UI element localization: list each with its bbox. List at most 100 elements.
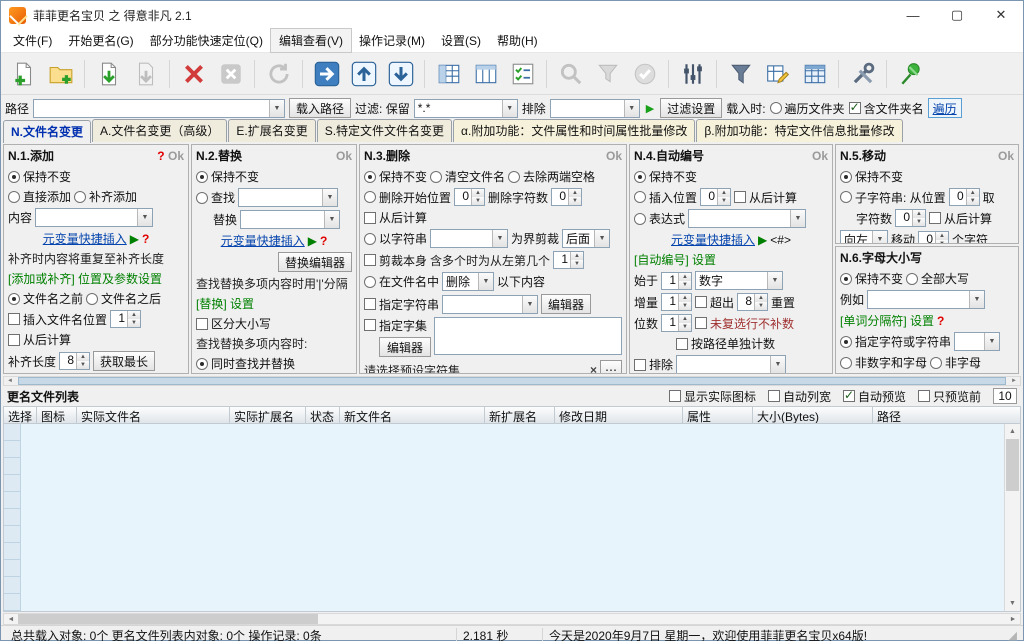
include-folder-name-option[interactable]: 含文件夹名 xyxy=(849,100,924,117)
expression-option[interactable]: 表达式 ▼ xyxy=(634,209,828,228)
pad-len-spinner[interactable]: 8▲▼ xyxy=(59,352,90,370)
chevron-down-icon[interactable]: ▼ xyxy=(624,100,639,117)
spin-up-icon[interactable]: ▲ xyxy=(679,273,691,281)
spin-down-icon[interactable]: ▼ xyxy=(571,260,583,268)
delete-icon[interactable] xyxy=(175,56,212,92)
clear-charset-icon[interactable]: × xyxy=(590,363,597,374)
maximize-icon[interactable]: ▢ xyxy=(935,1,979,29)
help-button[interactable]: ? xyxy=(320,234,327,248)
expand-arrow-icon[interactable]: ▶ xyxy=(130,232,139,246)
example-input[interactable]: ▼ xyxy=(867,290,985,309)
del-range-option[interactable]: 删除开始位置 0▲▼ 删除字符数 0▲▼ xyxy=(364,188,622,206)
tools-icon[interactable] xyxy=(844,56,881,92)
spin-up-icon[interactable]: ▲ xyxy=(569,189,581,197)
add-keep-option[interactable]: 保持不变 xyxy=(8,168,184,185)
table-horizontal-scrollbar[interactable]: ◄ ► xyxy=(3,613,1021,625)
del-count-spinner[interactable]: 0▲▼ xyxy=(551,188,582,206)
simultaneous-option[interactable]: 同时查找并替换 xyxy=(196,355,352,372)
tab-filename-change[interactable]: N.文件名变更 xyxy=(3,120,91,143)
spin-up-icon[interactable]: ▲ xyxy=(718,189,730,197)
spin-down-icon[interactable]: ▼ xyxy=(936,240,948,245)
menu-help[interactable]: 帮助(H) xyxy=(489,29,546,52)
scroll-left-icon[interactable]: ◄ xyxy=(4,616,18,623)
digits-spinner[interactable]: 1▲▼ xyxy=(661,314,692,332)
vertical-scrollbar[interactable]: ▲ ▼ xyxy=(1004,424,1020,611)
resize-grip[interactable]: ◢ xyxy=(1009,629,1019,641)
autonum-insert-pos-option[interactable]: 插入位置 0▲▼ 从后计算 xyxy=(634,188,828,206)
col-size[interactable]: 大小(Bytes) xyxy=(753,406,873,424)
exclude-checkbox[interactable] xyxy=(634,359,646,371)
tab-filename-advanced[interactable]: A.文件名变更（高级） xyxy=(92,119,227,142)
clear-name-option[interactable]: 清空文件名 xyxy=(430,168,505,185)
chevron-down-icon[interactable]: ▼ xyxy=(522,296,537,313)
close-icon[interactable]: ✕ xyxy=(979,1,1023,29)
col-new-ext[interactable]: 新扩展名 xyxy=(485,406,555,424)
auto-preview-option[interactable]: 自动预览 xyxy=(843,388,906,405)
load-file-icon[interactable] xyxy=(90,56,127,92)
scroll-down-icon[interactable]: ▼ xyxy=(1005,596,1020,611)
in-name-option[interactable]: 在文件名中 删除▼ 以下内容 xyxy=(364,272,622,291)
replace-keep-option[interactable]: 保持不变 xyxy=(196,168,352,185)
chevron-down-icon[interactable]: ▼ xyxy=(969,291,984,308)
by-string-option[interactable]: 以字符串 ▼ 为界剪裁 后面▼ xyxy=(364,229,622,248)
from-end-checkbox[interactable] xyxy=(929,212,941,224)
no-pad-unchecked-checkbox[interactable] xyxy=(695,317,707,329)
replace-input[interactable]: ▼ xyxy=(240,210,340,229)
spin-down-icon[interactable]: ▼ xyxy=(472,197,484,205)
nth-spinner[interactable]: 1▲▼ xyxy=(553,251,584,269)
ok-label[interactable]: Ok xyxy=(812,149,828,163)
show-icons-option[interactable]: 显示实际图标 xyxy=(669,388,756,405)
ok-label[interactable]: Ok xyxy=(998,149,1014,163)
check-list-icon[interactable] xyxy=(504,56,541,92)
spec-string-checkbox[interactable] xyxy=(364,298,376,310)
number-type-select[interactable]: 数字▼ xyxy=(695,271,783,290)
find-input[interactable]: ▼ xyxy=(238,188,338,207)
col-new-name[interactable]: 新文件名 xyxy=(340,406,485,424)
tab-fileinfo-batch[interactable]: β.附加功能：特定文件信息批量修改 xyxy=(696,119,902,142)
chevron-down-icon[interactable]: ▼ xyxy=(872,231,887,244)
help-button[interactable]: ? xyxy=(142,232,149,246)
minimize-icon[interactable]: — xyxy=(891,1,935,29)
load-path-button[interactable]: 载入路径 xyxy=(289,98,351,118)
spin-up-icon[interactable]: ▲ xyxy=(967,189,979,197)
help-button[interactable]: ? xyxy=(157,149,164,163)
ok-label[interactable]: Ok xyxy=(336,149,352,163)
scroll-left-icon[interactable]: ◄ xyxy=(4,378,16,384)
insert-pos-checkbox[interactable] xyxy=(8,313,20,325)
col-actual-ext[interactable]: 实际扩展名 xyxy=(230,406,306,424)
preview-first-option[interactable]: 只预览前 xyxy=(918,388,981,405)
ok-label[interactable]: Ok xyxy=(606,149,622,163)
chevron-down-icon[interactable]: ▼ xyxy=(324,211,339,228)
column-filter-icon[interactable] xyxy=(589,56,626,92)
move-count-spinner[interactable]: 0▲▼ xyxy=(918,231,949,245)
data-table-icon[interactable] xyxy=(796,56,833,92)
ok-label[interactable]: Ok xyxy=(168,149,184,163)
charset-editor-button[interactable]: 编辑器 xyxy=(379,337,431,357)
spin-up-icon[interactable]: ▲ xyxy=(472,189,484,197)
spec-chars-option[interactable]: 指定字符或字符串 ▼ xyxy=(840,332,1014,351)
spin-down-icon[interactable]: ▼ xyxy=(913,218,925,226)
tab-attr-time-batch[interactable]: α.附加功能：文件属性和时间属性批量修改 xyxy=(453,119,695,142)
chevron-down-icon[interactable]: ▼ xyxy=(770,356,785,373)
chevron-down-icon[interactable]: ▼ xyxy=(322,189,337,206)
meta-var-insert-link[interactable]: 元变量快捷插入 xyxy=(43,230,127,247)
spin-up-icon[interactable]: ▲ xyxy=(571,252,583,260)
spin-up-icon[interactable]: ▲ xyxy=(679,315,691,323)
meta-var-insert-link[interactable]: 元变量快捷插入 xyxy=(671,231,755,248)
trim-option[interactable]: 去除两端空格 xyxy=(508,168,595,185)
substr-pos-spinner[interactable]: 0▲▼ xyxy=(949,188,980,206)
col-icon[interactable]: 图标 xyxy=(37,406,77,424)
spin-up-icon[interactable]: ▲ xyxy=(77,353,89,361)
new-file-icon[interactable] xyxy=(5,56,42,92)
spin-down-icon[interactable]: ▼ xyxy=(679,281,691,289)
help-button[interactable]: ? xyxy=(937,314,944,328)
panels-horizontal-scrollbar[interactable]: ◄ ► xyxy=(3,376,1021,386)
move-up-icon[interactable] xyxy=(345,56,382,92)
load-file-alt-icon[interactable] xyxy=(127,56,164,92)
spin-up-icon[interactable]: ▲ xyxy=(128,311,140,319)
from-end-checkbox[interactable] xyxy=(8,334,20,346)
new-folder-icon[interactable] xyxy=(42,56,79,92)
grid-view-icon[interactable] xyxy=(430,56,467,92)
spec-chars-input[interactable]: ▼ xyxy=(954,332,1000,351)
menu-quick-locate[interactable]: 部分功能快速定位(Q) xyxy=(142,29,271,52)
